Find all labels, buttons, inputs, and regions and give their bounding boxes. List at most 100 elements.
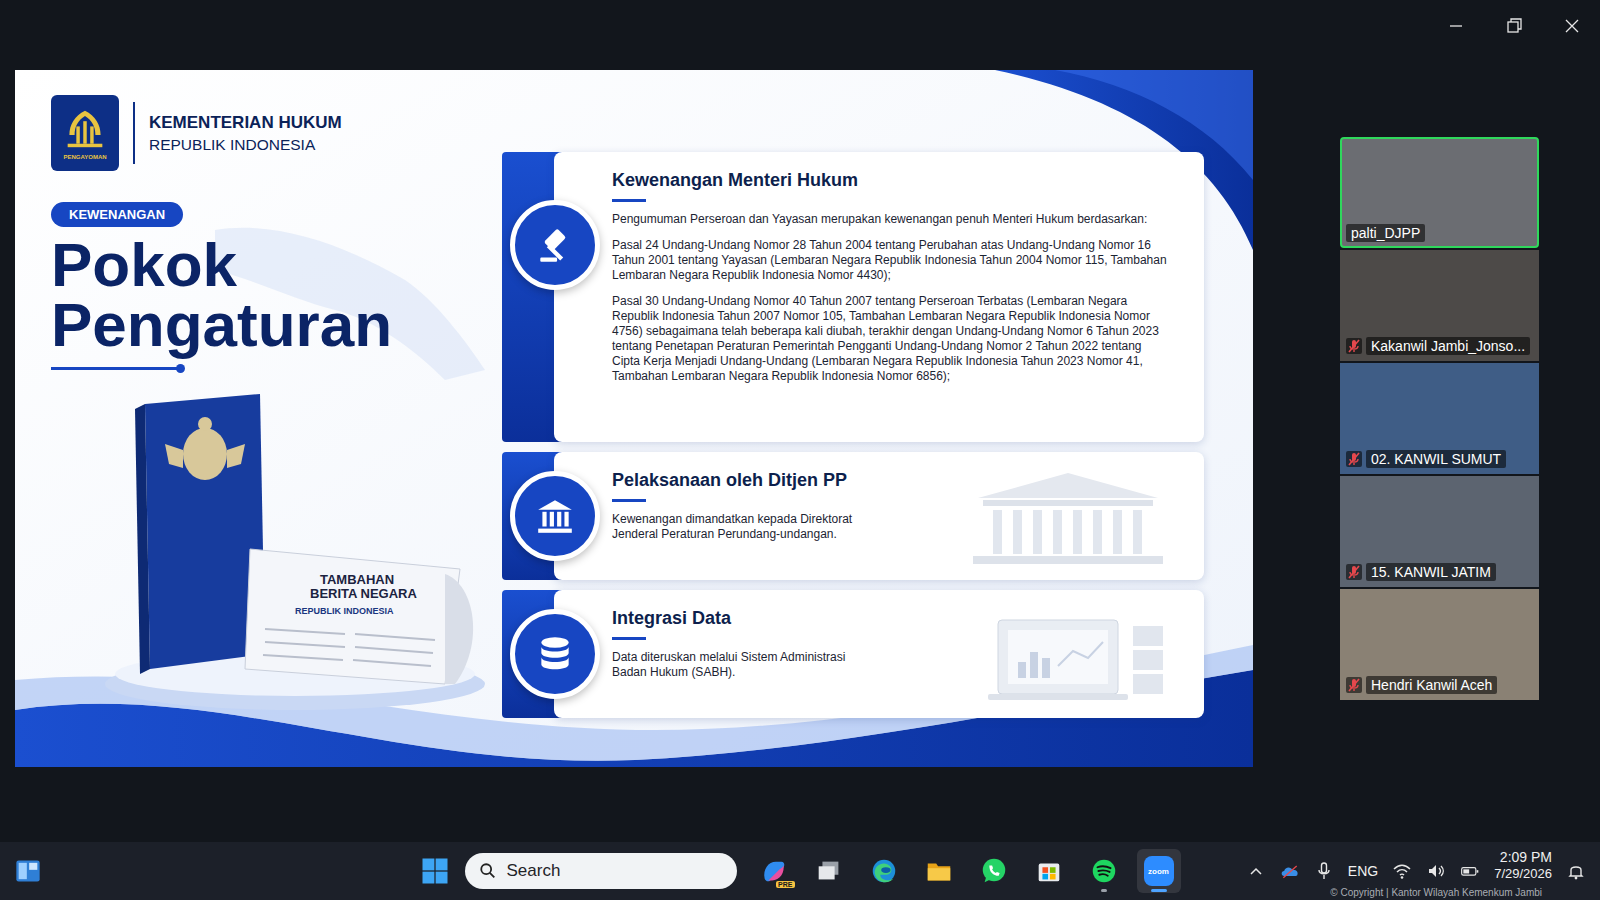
slide-title: PokokPengaturan	[51, 235, 502, 355]
participant-name: palti_DJPP	[1346, 224, 1533, 242]
running-indicator	[1101, 889, 1107, 892]
card-icon-badge	[510, 471, 600, 561]
participant-tile[interactable]: 02. KANWIL SUMUT	[1340, 363, 1539, 474]
taskbar-app[interactable]	[1082, 849, 1126, 893]
whatsapp-icon	[979, 856, 1009, 886]
taskbar-app[interactable]: PRE	[752, 849, 796, 893]
card-text: Integrasi Data Data diteruskan melalui S…	[612, 604, 897, 691]
file-explorer-icon	[924, 856, 954, 886]
building-icon	[948, 468, 1188, 568]
institution-icon	[534, 495, 576, 537]
logo-caption: PENGAYOMAN	[63, 154, 106, 160]
taskbar-app[interactable]	[917, 849, 961, 893]
zoom-icon: zoom	[1144, 856, 1174, 886]
battery-icon[interactable]	[1460, 861, 1480, 881]
windows-start-icon[interactable]	[420, 856, 450, 886]
system-tray: ENG 2:09 PM 7/29/2026	[1181, 861, 1600, 882]
search-icon	[479, 862, 497, 880]
running-indicator	[1151, 889, 1167, 892]
chevron-up-icon[interactable]	[1246, 861, 1266, 881]
card-list: Kewenangan Menteri Hukum Pengumuman Pers…	[502, 70, 1204, 767]
muted-mic-icon	[1346, 564, 1362, 580]
title-underline	[51, 367, 181, 370]
muted-mic-icon	[1346, 338, 1362, 354]
widgets-icon[interactable]	[14, 857, 42, 885]
muted-mic-icon	[1346, 677, 1362, 693]
participant-tile[interactable]: Kakanwil Jambi_Jonso...	[1340, 250, 1539, 361]
database-icon	[534, 633, 576, 675]
card-body: Integrasi Data Data diteruskan melalui S…	[554, 590, 1204, 718]
title-bar	[0, 0, 1600, 70]
participant-tile[interactable]: 15. KANWIL JATIM	[1340, 476, 1539, 587]
participant-list: palti_DJPP Kakanwil Jambi_Jonso... 02. K…	[1340, 137, 1539, 700]
org-name: KEMENTERIAN HUKUM REPUBLIK INDONESIA	[149, 113, 342, 154]
screen: PENGAYOMAN KEMENTERIAN HUKUM REPUBLIK IN…	[0, 0, 1600, 900]
section-badge: KEWENANGAN	[51, 202, 183, 227]
copyright-watermark: © Copyright | Kantor Wilayah Kemenkum Ja…	[1330, 887, 1542, 898]
card-underline	[612, 499, 646, 502]
card-icon-badge	[510, 200, 600, 290]
org-header: PENGAYOMAN KEMENTERIAN HUKUM REPUBLIK IN…	[51, 95, 502, 171]
onedrive-icon[interactable]	[1280, 861, 1300, 881]
card-icon-badge	[510, 609, 600, 699]
info-card: Pelaksanaan oleh Ditjen PP Kewenangan di…	[502, 452, 1204, 580]
taskbar-app[interactable]	[807, 849, 851, 893]
task-view-icon	[814, 856, 844, 886]
participant-name: Hendri Kanwil Aceh	[1346, 676, 1533, 694]
notification-bell-icon[interactable]	[1566, 861, 1586, 881]
edge-icon	[869, 856, 899, 886]
restore-icon[interactable]	[1504, 16, 1524, 36]
participant-name: Kakanwil Jambi_Jonso...	[1346, 337, 1533, 355]
taskbar-app[interactable]	[1027, 849, 1071, 893]
taskbar-left	[0, 857, 420, 885]
org-line: REPUBLIK INDONESIA	[149, 136, 342, 154]
card-paragraph: Pasal 24 Undang-Undang Nomor 28 Tahun 20…	[612, 238, 1172, 283]
window-controls	[1446, 0, 1600, 36]
gavel-icon	[534, 224, 576, 266]
minimize-icon[interactable]	[1446, 16, 1466, 36]
paper-title: BERITA NEGARA	[310, 586, 418, 601]
microphone-icon[interactable]	[1314, 861, 1334, 881]
taskbar-center: Search PRE zoom	[420, 849, 1181, 893]
title-line: Pokok	[51, 235, 502, 295]
volume-icon[interactable]	[1426, 861, 1446, 881]
card-paragraph: Pasal 30 Undang-Undang Nomor 40 Tahun 20…	[612, 294, 1172, 384]
ministry-logo: PENGAYOMAN	[51, 95, 119, 171]
card-underline	[612, 199, 646, 202]
card-title: Pelaksanaan oleh Ditjen PP	[612, 470, 897, 491]
participant-tile[interactable]: palti_DJPP	[1340, 137, 1539, 248]
divider	[133, 102, 135, 164]
paper-title: TAMBAHAN	[320, 572, 394, 587]
card-text: Kewenangan Menteri Hukum Pengumuman Pers…	[612, 166, 1172, 395]
taskbar-search[interactable]: Search	[465, 853, 737, 889]
taskbar-app[interactable]	[862, 849, 906, 893]
taskbar-app[interactable]	[972, 849, 1016, 893]
clock-time: 2:09 PM	[1500, 849, 1552, 866]
language-indicator[interactable]: ENG	[1348, 863, 1378, 879]
card-title: Integrasi Data	[612, 608, 897, 629]
card-text: Pelaksanaan oleh Ditjen PP Kewenangan di…	[612, 466, 897, 553]
card-paragraph: Data diteruskan melalui Sistem Administr…	[612, 650, 882, 680]
paper-subtitle: REPUBLIK INDONESIA	[295, 606, 394, 616]
clock[interactable]: 2:09 PM 7/29/2026	[1494, 849, 1552, 882]
gazette-illustration: TAMBAHANBERITA NEGARA REPUBLIK INDONESIA	[95, 384, 515, 714]
title-line: Pengaturan	[51, 295, 502, 355]
participant-name: 02. KANWIL SUMUT	[1346, 450, 1533, 468]
participant-tile[interactable]: Hendri Kanwil Aceh	[1340, 589, 1539, 700]
card-paragraph: Kewenangan dimandatkan kepada Direktorat…	[612, 512, 882, 542]
taskbar-app[interactable]: zoom	[1137, 849, 1181, 893]
store-icon	[1034, 856, 1064, 886]
computer-icon	[948, 606, 1188, 706]
meeting-area: PENGAYOMAN KEMENTERIAN HUKUM REPUBLIK IN…	[0, 70, 1600, 842]
org-line: KEMENTERIAN HUKUM	[149, 113, 342, 133]
card-body: Pelaksanaan oleh Ditjen PP Kewenangan di…	[554, 452, 1204, 580]
close-icon[interactable]	[1562, 16, 1582, 36]
slide-left: PENGAYOMAN KEMENTERIAN HUKUM REPUBLIK IN…	[15, 70, 502, 767]
pengayoman-icon	[59, 106, 111, 152]
wifi-icon[interactable]	[1392, 861, 1412, 881]
info-card: Kewenangan Menteri Hukum Pengumuman Pers…	[502, 152, 1204, 442]
taskbar: Search PRE zoom ENG 2:09 PM 7/29/2026 © …	[0, 842, 1600, 900]
card-paragraph: Pengumuman Perseroan dan Yayasan merupak…	[612, 212, 1172, 227]
card-title: Kewenangan Menteri Hukum	[612, 170, 1172, 191]
muted-mic-icon	[1346, 451, 1362, 467]
